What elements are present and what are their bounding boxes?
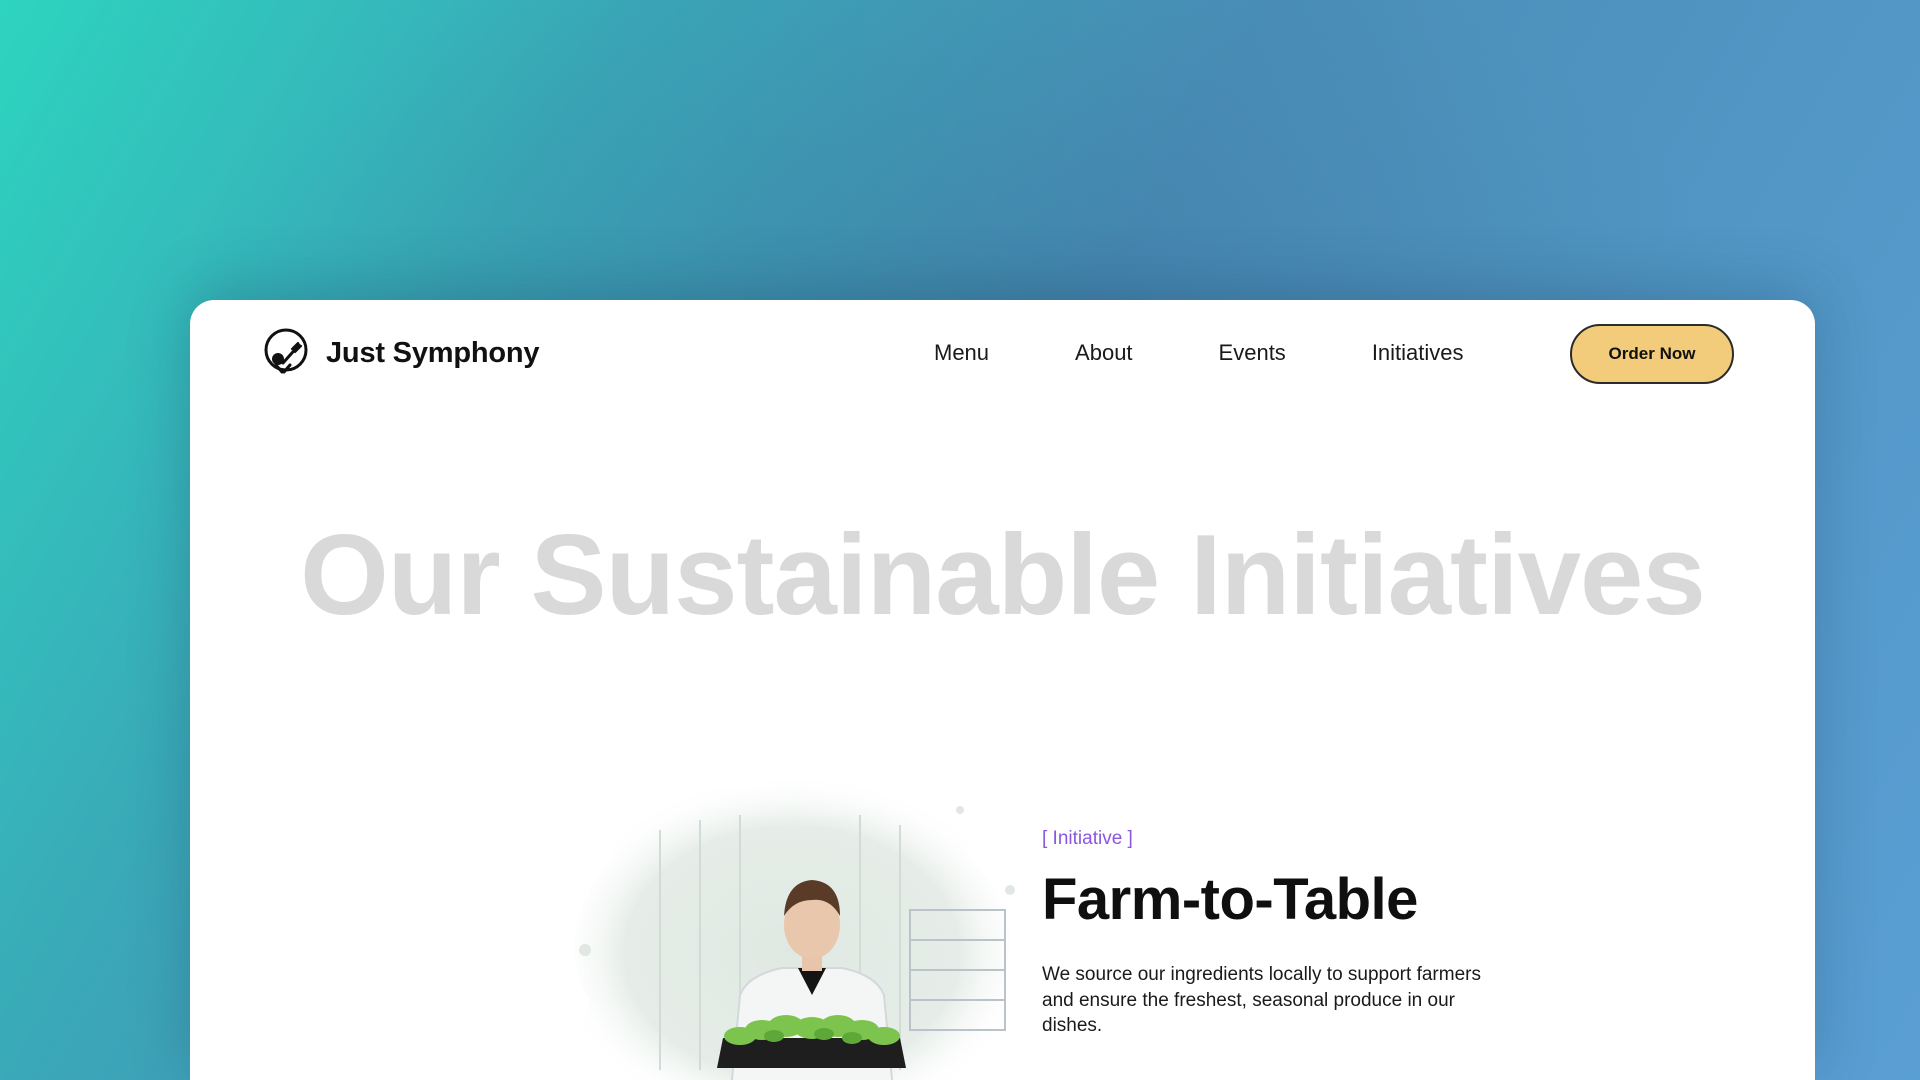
- fork-spoon-plate-icon: [264, 328, 308, 374]
- feature-description: We source our ingredients locally to sup…: [1042, 963, 1481, 1037]
- nav-link-about[interactable]: About: [1075, 340, 1133, 366]
- initiative-tag: [ Initiative ]: [1042, 828, 1133, 849]
- nav-link-initiatives[interactable]: Initiatives: [1372, 340, 1464, 366]
- browser-window: Just Symphony Menu About Events Initiati…: [190, 300, 1815, 1080]
- feature-title: Farm-to-Table: [1042, 867, 1418, 932]
- brand-home-link[interactable]: Just Symphony: [262, 327, 540, 379]
- order-now-button[interactable]: Order Now: [1570, 324, 1734, 384]
- navbar: Just Symphony Menu About Events Initiati…: [190, 300, 1815, 410]
- nav-links: Menu About Events Initiatives: [934, 340, 1464, 366]
- farmer-with-seedlings-photo: [574, 772, 1015, 1080]
- nav-link-menu[interactable]: Menu: [934, 340, 989, 366]
- brand-name: Just Symphony: [326, 336, 540, 369]
- feature-text: [ Initiative ] Farm-to-Table We source o…: [1042, 828, 1522, 1039]
- page-title: Our Sustainable Initiatives: [300, 512, 1706, 639]
- nav-link-events[interactable]: Events: [1219, 340, 1286, 366]
